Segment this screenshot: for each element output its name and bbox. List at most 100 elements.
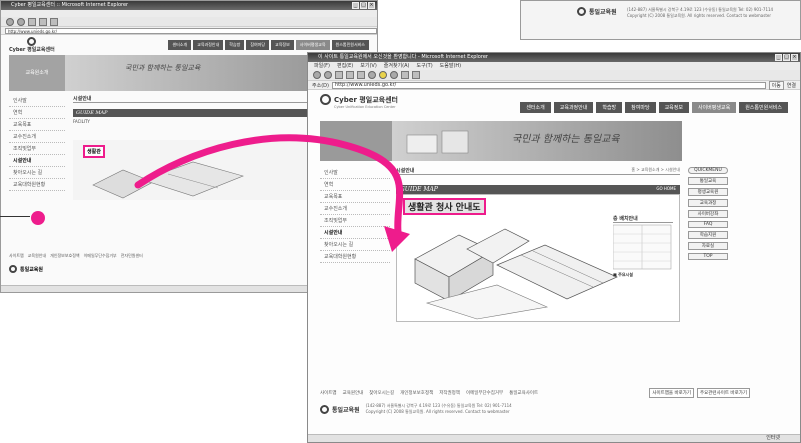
side-menu-item[interactable]: 교육목표 [9, 119, 65, 131]
side-menu-item[interactable]: 조직및업무 [320, 215, 390, 227]
back-icon[interactable] [313, 71, 321, 79]
history-icon[interactable] [390, 71, 398, 79]
side-menu-item[interactable]: 교수진소개 [320, 203, 390, 215]
quick-menu-item[interactable]: 학습지원 [688, 231, 728, 239]
home-icon[interactable] [50, 17, 58, 26]
search-icon[interactable] [368, 71, 376, 79]
sitemap-select[interactable]: 사이트맵을 바로가기 [649, 388, 695, 398]
footer-logo-icon [9, 265, 17, 273]
quick-menu-item[interactable]: QUICKMENU [688, 167, 728, 174]
go-button[interactable]: 이동 [768, 80, 784, 90]
close-button[interactable]: × [368, 2, 375, 9]
background-browser-window-topright: 통일교육원 (142-887) 서울특별시 강북구 4.19로 123 (수유동… [520, 0, 801, 40]
print-icon[interactable] [412, 71, 420, 79]
toolbar [308, 70, 800, 81]
site-logo[interactable]: Cyber 평일교육센터 [320, 94, 398, 105]
menu-bar: 파일(F) 편집(E) 보기(V) 즐겨찾기(A) 도구(T) 도움말(H) [308, 62, 800, 70]
quick-menu-item[interactable]: FAQ [688, 221, 728, 228]
quick-menu-item[interactable]: 교육과정 [688, 199, 728, 207]
related-sites-select[interactable]: 주요관련사이트 바로가기 [697, 388, 750, 398]
nav-item[interactable]: 학습방 [596, 102, 623, 113]
footer-link[interactable]: 통일교육사이트 [509, 390, 538, 396]
footer-link[interactable]: 전자민원센터 [121, 253, 143, 259]
favorites-icon[interactable] [379, 71, 387, 79]
footer-link[interactable]: 사이트맵 [320, 390, 337, 396]
guide-map-title: GUIDE MAP [400, 186, 438, 193]
side-menu-item[interactable]: 교수진소개 [9, 131, 65, 143]
menu-item-tools[interactable]: 도구(T) [417, 62, 433, 70]
quick-menu-item[interactable]: TOP [688, 253, 728, 260]
nav-item[interactable]: 참여마당 [625, 102, 656, 113]
footer-link[interactable]: 찾아오시는길 [369, 390, 394, 396]
campus-map-sketch-small [92, 161, 244, 199]
site-logo[interactable]: Cyber 평일교육센터 [9, 37, 55, 53]
side-menu-item[interactable]: 교육대학원현황 [9, 179, 65, 191]
footer-logo: 통일교육원 [320, 404, 360, 414]
stop-icon[interactable] [335, 71, 343, 79]
nav-item[interactable]: 사이버평생교육 [691, 102, 737, 113]
mail-icon[interactable] [401, 71, 409, 79]
stop-icon[interactable] [28, 17, 36, 26]
maximize-button[interactable]: □ [783, 54, 790, 61]
menu-item-favorites[interactable]: 즐겨찾기(A) [384, 62, 410, 70]
side-menu-item[interactable]: 교육목표 [320, 191, 390, 203]
nav-item[interactable]: 사이버평생교육 [295, 40, 330, 50]
side-menu-item[interactable]: 시설안내 [320, 227, 390, 239]
links-label[interactable]: 연결 [787, 82, 800, 89]
menu-bar [1, 10, 377, 17]
floor-legend-title: 층 배치안내 [613, 215, 673, 223]
go-home-link[interactable]: GO HOME [656, 186, 676, 193]
footer-link[interactable]: 개인정보보호정책 [400, 390, 433, 396]
nav-item[interactable]: 센터소개 [520, 102, 551, 113]
forward-icon[interactable] [17, 17, 25, 26]
close-button[interactable]: × [791, 54, 798, 61]
refresh-icon[interactable] [346, 71, 354, 79]
maximize-button[interactable]: □ [360, 2, 367, 9]
footer-link[interactable]: 교육원안내 [343, 390, 364, 396]
footer-link[interactable]: 사이트맵 [9, 253, 24, 259]
menu-item-view[interactable]: 보기(V) [360, 62, 377, 70]
side-menu-item[interactable]: 교육대학원현황 [320, 251, 390, 263]
side-menu-item[interactable]: 조직및업무 [9, 143, 65, 155]
side-menu-item[interactable]: 찾아오시는 길 [9, 167, 65, 179]
footer-link[interactable]: 교육원안내 [28, 253, 46, 259]
footer-copyright: Copyright (C) 2008 통일교육원. All rights res… [365, 409, 510, 414]
minimize-button[interactable]: _ [352, 2, 359, 9]
nav-item[interactable]: 교육정보 [271, 40, 294, 50]
forward-icon[interactable] [324, 71, 332, 79]
home-icon[interactable] [357, 71, 365, 79]
nav-item[interactable]: 참여마당 [246, 40, 270, 50]
nav-item[interactable]: 원스톱민원서비스 [331, 40, 369, 50]
nav-item[interactable]: 교육과정안내 [553, 102, 594, 113]
menu-item-file[interactable]: 파일(F) [314, 62, 330, 70]
quick-menu-item[interactable]: 사이버강좌 [688, 210, 728, 218]
quick-menu-item[interactable]: 자료실 [688, 242, 728, 250]
nav-item[interactable]: 원스톱민원서비스 [739, 102, 788, 113]
quick-menu-item[interactable]: 평생교육원 [688, 188, 728, 196]
address-input[interactable]: http://www.unieds.go.kr/ [5, 27, 377, 34]
footer-link[interactable]: 저작권정책 [439, 390, 460, 396]
menu-item-edit[interactable]: 편집(E) [337, 62, 353, 70]
nav-item[interactable]: 센터소개 [168, 40, 192, 50]
nav-item[interactable]: 학습방 [225, 40, 245, 50]
back-icon[interactable] [6, 17, 14, 26]
side-menu-item[interactable]: 연혁 [9, 107, 65, 119]
menu-item-help[interactable]: 도움말(H) [440, 62, 461, 70]
refresh-icon[interactable] [39, 17, 47, 26]
footer-link[interactable]: 이메일무단수집거부 [466, 390, 503, 396]
window-titlebar: Cyber 평일교육센터 :: Microsoft Internet Explo… [1, 1, 377, 10]
minimize-button[interactable]: _ [775, 54, 782, 61]
guide-map-header: GUIDE MAP GO HOME [396, 185, 680, 194]
address-input[interactable]: http://www.unieds.go.kr/ [331, 81, 766, 89]
footer-links: 사이트맵 교육원안내 개인정보보호정책 이메일무단수집거부 전자민원센터 [9, 253, 143, 259]
nav-item[interactable]: 교육정보 [658, 102, 689, 113]
side-menu-item[interactable]: 찾아오시는 길 [320, 239, 390, 251]
side-menu-item[interactable]: 연혁 [320, 179, 390, 191]
quick-menu-item[interactable]: 통일교육 [688, 177, 728, 185]
nav-item[interactable]: 교육과정안내 [193, 40, 224, 50]
side-menu-item[interactable]: 인사말 [9, 95, 65, 107]
side-menu-item[interactable]: 인사말 [320, 167, 390, 179]
footer-link[interactable]: 이메일무단수집거부 [84, 253, 117, 259]
footer-link[interactable]: 개인정보보호정책 [50, 253, 79, 259]
side-menu-item[interactable]: 시설안내 [9, 155, 65, 167]
